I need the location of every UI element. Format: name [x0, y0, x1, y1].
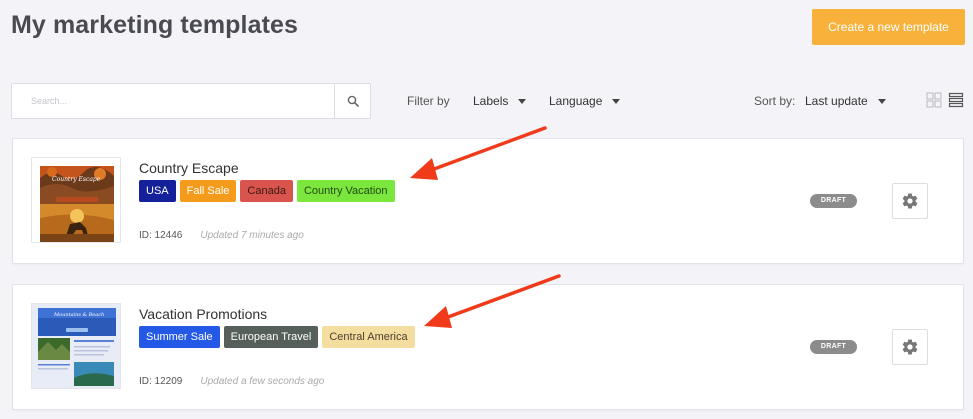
- search-icon: [347, 95, 359, 107]
- updated-time: Updated a few seconds ago: [200, 376, 325, 387]
- search-input[interactable]: [12, 84, 334, 118]
- page-title: My marketing templates: [11, 11, 299, 39]
- tag-usa[interactable]: USA: [139, 180, 176, 202]
- thumbnail-caption: Mountains & Beach: [54, 312, 105, 318]
- filter-by-label: Filter by: [407, 94, 450, 108]
- language-dropdown-label: Language: [549, 94, 603, 108]
- template-id: ID: 12209: [139, 376, 183, 387]
- tag-country-vacation[interactable]: Country Vacation: [296, 180, 395, 202]
- status-badge: DRAFT: [810, 194, 857, 208]
- template-meta: ID: 12446 Updated 7 minutes ago: [139, 230, 304, 241]
- tag-canada[interactable]: Canada: [240, 180, 293, 202]
- template-id: ID: 12446: [139, 230, 183, 241]
- template-settings-button[interactable]: [892, 183, 928, 219]
- tag-fall-sale[interactable]: Fall Sale: [179, 180, 237, 202]
- list-view-icon: [948, 92, 964, 108]
- gear-icon: [902, 193, 918, 209]
- labels-dropdown-label: Labels: [473, 94, 509, 108]
- tag-central-america[interactable]: Central America: [322, 326, 415, 348]
- sort-by-label: Sort by:: [754, 94, 796, 108]
- gear-icon: [902, 339, 918, 355]
- template-settings-button[interactable]: [892, 329, 928, 365]
- template-card[interactable]: Country Escape Country Escape USA Fall S…: [12, 138, 964, 264]
- template-thumbnail[interactable]: Country Escape: [31, 157, 121, 243]
- grid-view-icon: [926, 92, 942, 108]
- chevron-down-icon: [518, 98, 527, 104]
- template-card[interactable]: Mountains & Beach Vacation Promotions Su…: [12, 284, 964, 410]
- chevron-down-icon: [612, 98, 621, 104]
- template-meta: ID: 12209 Updated a few seconds ago: [139, 376, 324, 387]
- search-button[interactable]: [334, 84, 370, 118]
- updated-time: Updated 7 minutes ago: [200, 230, 304, 241]
- tag-european-travel[interactable]: European Travel: [223, 326, 319, 348]
- template-name[interactable]: Vacation Promotions: [139, 306, 267, 322]
- chevron-down-icon: [877, 98, 886, 104]
- tag-summer-sale[interactable]: Summer Sale: [139, 326, 220, 348]
- labels-dropdown[interactable]: Labels: [473, 94, 527, 108]
- list-view-toggle[interactable]: [948, 92, 964, 108]
- thumbnail-caption: Country Escape: [52, 176, 101, 183]
- sort-dropdown-value: Last update: [805, 94, 868, 108]
- tag-list: USA Fall Sale Canada Country Vacation: [139, 180, 395, 202]
- status-badge: DRAFT: [810, 340, 857, 354]
- tag-list: Summer Sale European Travel Central Amer…: [139, 326, 415, 348]
- templates-page: My marketing templates Create a new temp…: [0, 0, 973, 419]
- template-name[interactable]: Country Escape: [139, 160, 239, 176]
- language-dropdown[interactable]: Language: [549, 94, 621, 108]
- grid-view-toggle[interactable]: [926, 92, 942, 108]
- search-box: [11, 83, 371, 119]
- create-template-button[interactable]: Create a new template: [812, 9, 965, 45]
- template-thumbnail[interactable]: Mountains & Beach: [31, 303, 121, 389]
- sort-dropdown[interactable]: Last update: [805, 94, 886, 108]
